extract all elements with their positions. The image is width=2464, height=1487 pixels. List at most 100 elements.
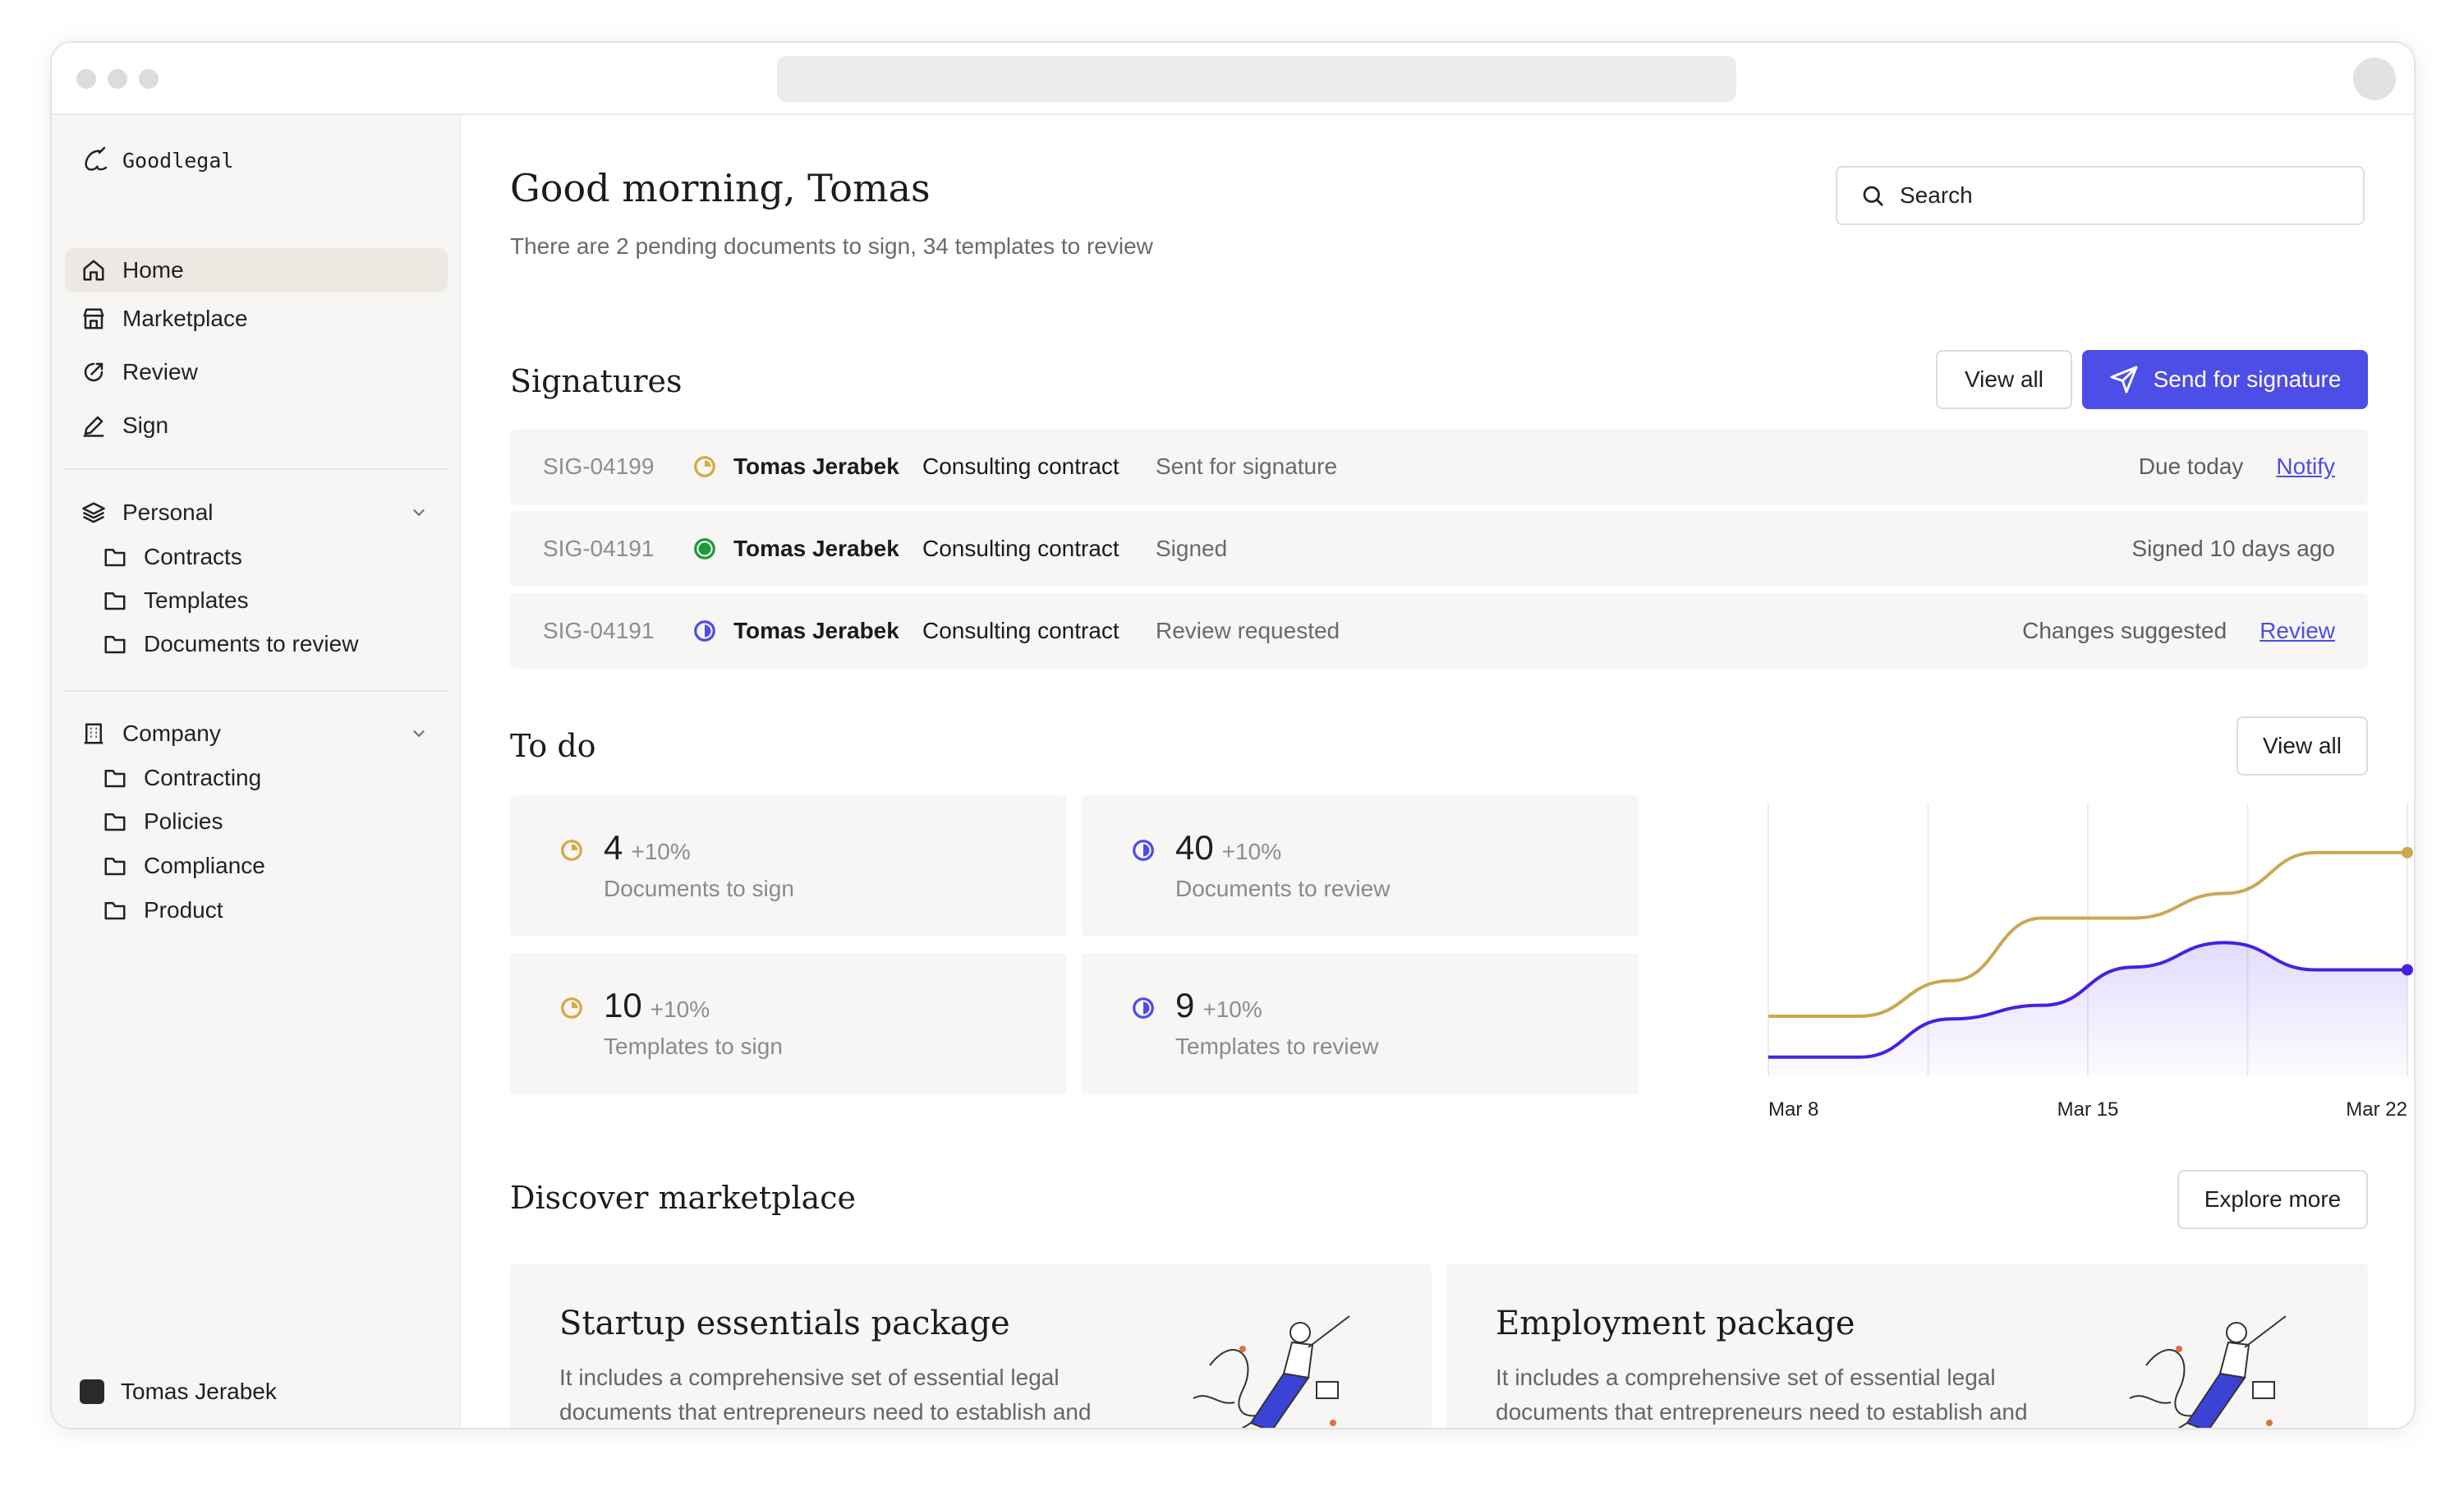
row-meta: Signed 10 days ago — [2131, 536, 2335, 561]
chart-series-endpoint-1 — [2402, 964, 2413, 976]
sidebar-group-personal[interactable]: Personal — [65, 492, 448, 533]
user-name: Tomas Jerabek — [121, 1379, 277, 1404]
chart-x-tick-label: Mar 22 — [2346, 1098, 2407, 1121]
todo-card-documents-to-sign[interactable]: 4 +10% Documents to sign — [510, 795, 1067, 937]
building-icon — [84, 723, 103, 744]
main-content: Good morning, Tomas There are 2 pending … — [461, 115, 2414, 1428]
review-status-icon — [1133, 997, 1154, 1019]
sidebar-item-label: Review — [122, 359, 198, 384]
sidebar-group-label: Personal — [122, 500, 214, 525]
todo-label: Templates to sign — [604, 1034, 783, 1059]
todo-title: To do — [510, 728, 596, 764]
sidebar-item-contracting[interactable]: Contracting — [103, 758, 261, 798]
todo-view-all-button[interactable]: View all — [2236, 716, 2368, 776]
store-icon — [83, 308, 104, 329]
signature-status: Signed — [1156, 536, 1228, 561]
sidebar-divider — [65, 690, 448, 692]
signature-status: Review requested — [1156, 618, 1340, 643]
marketplace-card-startup[interactable]: Startup essentials package It includes a… — [510, 1264, 1432, 1428]
signed-status-icon — [694, 538, 715, 559]
sidebar-item-product[interactable]: Product — [103, 891, 223, 930]
sidebar-item-review[interactable]: Review — [65, 350, 448, 394]
sidebar-item-templates[interactable]: Templates — [103, 581, 249, 620]
app-logo[interactable]: Goodlegal — [80, 145, 233, 176]
sidebar-item-label: Home — [122, 257, 184, 283]
window-minimize-control[interactable] — [108, 69, 127, 89]
marketplace-card-description: It includes a comprehensive set of essen… — [559, 1365, 1092, 1425]
todo-label: Documents to sign — [604, 876, 794, 901]
chevron-down-icon — [413, 509, 425, 517]
signature-id: SIG-04191 — [543, 618, 655, 643]
sidebar-item-compliance[interactable]: Compliance — [103, 846, 265, 886]
review-link[interactable]: Review — [2259, 618, 2335, 644]
sidebar-group-company[interactable]: Company — [65, 713, 448, 754]
todo-card-templates-to-sign[interactable]: 10 +10% Templates to sign — [510, 953, 1067, 1094]
notify-link[interactable]: Notify — [2276, 453, 2335, 480]
todo-value: 10 — [604, 986, 642, 1024]
sidebar-item-label: Templates — [144, 587, 249, 613]
sidebar-item-label: Compliance — [144, 853, 265, 878]
pending-status-icon — [561, 997, 582, 1019]
marketplace-card-employment[interactable]: Employment package It includes a compreh… — [1446, 1264, 2368, 1428]
sidebar-item-marketplace[interactable]: Marketplace — [65, 297, 448, 341]
page-subtitle: There are 2 pending documents to sign, 3… — [510, 233, 1153, 259]
sidebar-item-sign[interactable]: Sign — [65, 403, 448, 448]
marketplace-card-description: It includes a comprehensive set of essen… — [1496, 1365, 2028, 1425]
todo-card-documents-to-review[interactable]: 40 +10% Documents to review — [1082, 795, 1639, 937]
folder-icon — [104, 813, 126, 831]
folder-icon — [104, 770, 126, 788]
signer-name: Tomas Jerabek — [733, 453, 899, 479]
sidebar-item-policies[interactable]: Policies — [103, 802, 223, 841]
profile-avatar[interactable] — [2353, 58, 2396, 100]
folder-icon — [104, 592, 126, 610]
chart-series-endpoint-0 — [2402, 846, 2413, 859]
window-close-control[interactable] — [76, 69, 96, 89]
sidebar: Goodlegal Home Marketplace Review Sign P… — [52, 115, 461, 1428]
review-status-icon — [694, 620, 715, 642]
explore-more-button[interactable]: Explore more — [2177, 1170, 2368, 1229]
pending-status-icon — [561, 840, 582, 861]
todo-change: +10% — [650, 997, 710, 1022]
window-zoom-control[interactable] — [139, 69, 159, 89]
table-row[interactable]: SIG-04199 Tomas Jerabek Consulting contr… — [510, 429, 2368, 504]
signature-id: SIG-04199 — [543, 453, 655, 479]
todo-change: +10% — [1221, 839, 1282, 864]
search-input[interactable]: Search — [1836, 166, 2365, 225]
sidebar-item-label: Policies — [144, 808, 223, 834]
goodlegal-logo-icon — [85, 146, 108, 171]
signatures-view-all-button[interactable]: View all — [1936, 350, 2072, 409]
browser-window: Goodlegal Home Marketplace Review Sign P… — [50, 41, 2416, 1429]
pending-status-icon — [694, 456, 715, 477]
flying-person-illustration-icon — [1193, 1315, 1350, 1428]
document-name: Consulting contract — [922, 453, 1119, 479]
sidebar-item-documents-to-review[interactable]: Documents to review — [103, 624, 358, 664]
signer-name: Tomas Jerabek — [733, 618, 899, 643]
row-meta: Due today — [2138, 453, 2244, 479]
send-for-signature-label: Send for signature — [2153, 366, 2342, 392]
sidebar-item-contracts[interactable]: Contracts — [103, 537, 242, 577]
chart-x-tick-label: Mar 8 — [1768, 1098, 1818, 1121]
todo-card-templates-to-review[interactable]: 9 +10% Templates to review — [1082, 953, 1639, 1094]
folder-icon — [104, 636, 126, 654]
layers-icon — [82, 502, 105, 523]
sidebar-divider — [65, 468, 448, 470]
document-name: Consulting contract — [922, 536, 1119, 561]
send-for-signature-button[interactable]: Send for signature — [2082, 350, 2368, 409]
marketplace-title: Discover marketplace — [510, 1180, 857, 1216]
document-name: Consulting contract — [922, 618, 1119, 643]
sidebar-item-label: Contracting — [144, 765, 262, 790]
sidebar-user[interactable]: Tomas Jerabek — [80, 1379, 277, 1405]
table-row[interactable]: SIG-04191 Tomas Jerabek Consulting contr… — [510, 511, 2368, 587]
row-meta: Changes suggested — [2022, 618, 2227, 643]
marketplace-card-title: Employment package — [1496, 1305, 1855, 1342]
sidebar-group-label: Company — [122, 720, 221, 746]
address-bar[interactable] — [777, 56, 1736, 102]
todo-label: Documents to review — [1175, 876, 1391, 901]
table-row[interactable]: SIG-04191 Tomas Jerabek Consulting contr… — [510, 593, 2368, 669]
folder-icon — [104, 902, 126, 920]
review-status-icon — [1133, 840, 1154, 861]
todo-value: 9 — [1175, 986, 1195, 1024]
search-placeholder: Search — [1900, 182, 1973, 208]
browser-titlebar — [52, 43, 2414, 115]
sidebar-item-home[interactable]: Home — [65, 248, 448, 292]
